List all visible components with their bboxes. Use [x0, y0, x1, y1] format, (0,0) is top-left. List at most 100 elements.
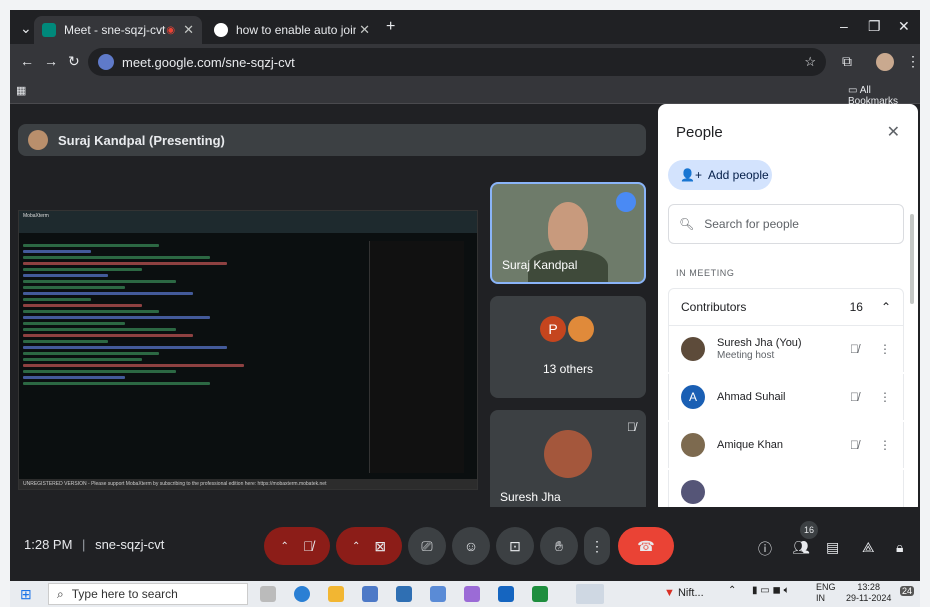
leave-call-button[interactable]: ☎︎	[618, 527, 674, 565]
more-options-icon[interactable]: ⋮	[879, 390, 891, 404]
mic-off-icon[interactable]: 🎙̸	[850, 390, 859, 404]
edge-icon[interactable]	[294, 586, 310, 602]
mic-toggle-button[interactable]: ⌃ 🎙̸	[264, 527, 330, 565]
taskbar-search-placeholder: Type here to search	[71, 587, 178, 601]
people-count-badge: 16	[800, 521, 818, 539]
others-count: 13 others	[542, 362, 594, 376]
meeting-code: sne-sqzj-cvt	[95, 537, 165, 552]
minimize-icon[interactable]: –	[840, 18, 848, 34]
shared-screen: MobaXterm UNREGISTERED VERSION - Please …	[18, 210, 478, 490]
search-icon: 🔍︎	[679, 217, 695, 231]
search-people-input[interactable]: 🔍︎ Search for people	[668, 204, 904, 244]
chevron-up-icon[interactable]: ⌃	[881, 300, 891, 314]
emoji-button[interactable]: ☺	[452, 527, 490, 565]
more-options-icon[interactable]: ⋮	[879, 342, 891, 356]
url-text: meet.google.com/sne-sqzj-cvt	[122, 54, 295, 70]
in-meeting-heading: IN MEETING	[676, 268, 735, 278]
back-icon[interactable]: ←	[20, 53, 34, 69]
outlook-icon[interactable]	[498, 586, 514, 602]
file-explorer-icon[interactable]	[328, 586, 344, 602]
excel-icon[interactable]	[532, 586, 548, 602]
mic-off-icon[interactable]: 🎙̸	[850, 342, 859, 356]
close-panel-icon[interactable]: ✕	[887, 122, 900, 142]
apps-grid-icon[interactable]: ▦	[16, 84, 26, 97]
taskbar-search-input[interactable]: ⌕ Type here to search	[48, 583, 248, 605]
presenting-label: Suraj Kandpal (Presenting)	[58, 132, 225, 148]
contributors-label: Contributors	[681, 300, 747, 314]
forward-icon[interactable]: →	[44, 53, 58, 69]
mobaxterm-title: MobaXterm	[23, 213, 49, 219]
tab-google-search[interactable]: how to enable auto join in goo ✕	[206, 16, 378, 44]
list-item[interactable]: Amique Khan 🎙̸ ⋮	[668, 422, 904, 468]
present-button[interactable]: ⊡	[496, 527, 534, 565]
contributors-count: 16	[849, 300, 863, 314]
reload-icon[interactable]: ↻	[68, 53, 80, 70]
close-tab-icon[interactable]: ✕	[359, 22, 370, 38]
more-options-button[interactable]: ⋮	[584, 527, 610, 565]
mobaxterm-toolbar: MobaXterm	[19, 211, 477, 233]
maximize-icon[interactable]: ❐	[868, 18, 881, 35]
captions-icon: ⎚	[421, 537, 433, 554]
mail-icon[interactable]	[396, 586, 412, 602]
close-tab-icon[interactable]: ✕	[183, 22, 194, 38]
new-tab-icon[interactable]: +	[386, 18, 395, 36]
panel-scrollbar[interactable]	[910, 214, 914, 304]
meeting-info-icon[interactable]: ⓘ	[758, 539, 772, 559]
contributors-header[interactable]: Contributors 16 ⌃	[668, 288, 904, 326]
panel-title: People	[676, 124, 723, 141]
raise-hand-button[interactable]: ✋︎	[540, 527, 578, 565]
others-avatar-p: P	[540, 316, 566, 342]
region: IN	[816, 593, 825, 603]
nifty-widget[interactable]: ▼ Nift...	[664, 587, 704, 599]
tile-others[interactable]: P 13 others	[490, 296, 646, 398]
store-icon[interactable]	[362, 586, 378, 602]
chat-icon[interactable]: ▤	[826, 539, 839, 556]
mic-off-icon[interactable]: 🎙̸	[850, 438, 859, 452]
avatar	[681, 337, 705, 361]
site-info-icon[interactable]	[98, 54, 114, 70]
more-options-icon[interactable]: ⋮	[879, 438, 891, 452]
add-person-icon: 👤+	[680, 168, 702, 182]
people-icon[interactable]: 👥︎	[792, 539, 810, 556]
notification-count[interactable]: 24	[900, 586, 915, 596]
list-item[interactable]: Suresh Jha (You) Meeting host 🎙̸ ⋮	[668, 326, 904, 372]
profile-avatar[interactable]	[876, 53, 894, 71]
close-window-icon[interactable]: ✕	[898, 18, 910, 35]
tab-search-icon[interactable]: ⌄	[20, 20, 32, 37]
address-bar[interactable]: meet.google.com/sne-sqzj-cvt ☆	[88, 48, 826, 76]
stock-down-icon: ▼	[664, 587, 675, 599]
clock[interactable]: 13:28 29-11-2024	[846, 582, 891, 604]
presenting-bar: Suraj Kandpal (Presenting)	[18, 124, 646, 156]
windows-taskbar: ⊞ ⌕ Type here to search ▼ Nift... ⌃ ▮ ▭ …	[10, 581, 920, 607]
app-icon[interactable]	[430, 586, 446, 602]
tile-suresh[interactable]: 🎙̸ Suresh Jha	[490, 410, 646, 514]
tab-meet[interactable]: Meet - sne-sqzj-cvt ◉ ✕	[34, 16, 202, 44]
add-people-label: Add people	[707, 168, 769, 182]
chrome-icon[interactable]	[576, 584, 604, 604]
chevron-up-icon[interactable]: ⌃	[352, 541, 360, 552]
chevron-up-icon[interactable]: ⌃	[281, 541, 289, 552]
language-indicator[interactable]: ENG IN	[816, 582, 836, 604]
captions-button[interactable]: ⎚	[408, 527, 446, 565]
app-icon[interactable]	[464, 586, 480, 602]
activities-icon[interactable]: ⟁	[862, 539, 875, 556]
extensions-icon[interactable]: ⧉	[842, 53, 852, 70]
tray-icons[interactable]: ▮ ▭ ◼ 🔈︎	[752, 585, 790, 596]
person-name: Suresh Jha (You)	[717, 337, 802, 349]
menu-icon[interactable]: ⋮	[906, 53, 920, 70]
list-item[interactable]: A Ahmad Suhail 🎙̸ ⋮	[668, 374, 904, 420]
people-panel: People ✕ 👤+ Add people 🔍︎ Search for peo…	[658, 104, 918, 514]
host-controls-icon[interactable]: 🔒︎	[896, 539, 903, 556]
windows-start-icon[interactable]: ⊞	[20, 586, 32, 603]
presenter-avatar	[28, 130, 48, 150]
more-options-icon: ⋮	[590, 537, 604, 554]
tray-chevron-icon[interactable]: ⌃	[728, 585, 736, 596]
others-avatar-2	[568, 316, 594, 342]
tile-suraj[interactable]: Suraj Kandpal	[490, 182, 646, 284]
task-view-icon[interactable]	[260, 586, 276, 602]
add-people-button[interactable]: 👤+ Add people	[668, 160, 772, 190]
camera-toggle-button[interactable]: ⌃ ⊠	[336, 527, 402, 565]
avatar	[681, 480, 705, 504]
bookmark-star-icon[interactable]: ☆	[804, 54, 816, 70]
bookmarks-bar: ▦ ▭ All Bookmarks	[10, 80, 920, 107]
